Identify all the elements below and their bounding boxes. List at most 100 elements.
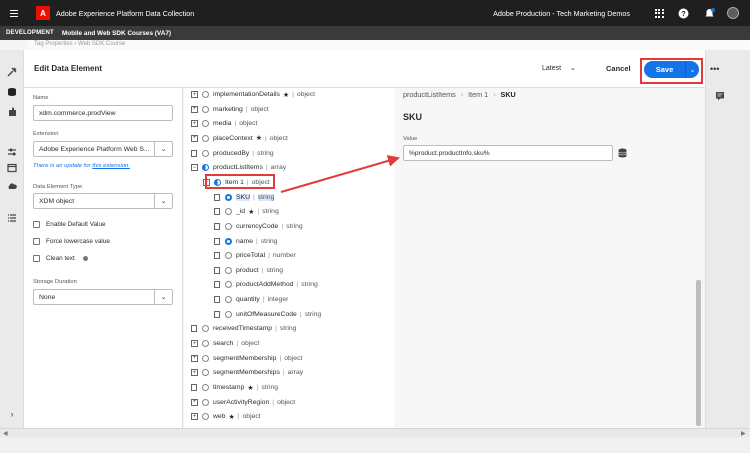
expand-icon[interactable]: + [191, 413, 198, 421]
cloud-icon[interactable] [6, 180, 18, 192]
clean-text-checkbox[interactable]: Clean text [33, 255, 88, 262]
tree-field-type: string [266, 266, 284, 274]
extension-select[interactable]: Adobe Experience Platform Web S... ⌄ [33, 141, 173, 157]
tree-row[interactable]: productAddMethod | string [214, 278, 318, 291]
breadcrumb-item[interactable]: Item 1 [468, 90, 488, 99]
save-button[interactable]: Save [644, 61, 685, 78]
environments-icon[interactable] [6, 162, 18, 174]
collapse-icon[interactable]: − [191, 164, 198, 172]
tree-field-name: segmentMemberships [213, 369, 280, 377]
tree-field-name: quantity [236, 296, 260, 304]
list-icon[interactable] [6, 212, 18, 224]
more-options-icon[interactable]: ••• [710, 64, 719, 74]
horizontal-scrollbar[interactable]: ◀ ▶ [0, 428, 750, 437]
tree-row[interactable]: _id ★ | string [214, 205, 279, 218]
force-lowercase-checkbox[interactable]: Force lowercase value [33, 238, 110, 245]
tree-row[interactable]: unitOfMeasureCode | string [214, 308, 321, 321]
tree-row[interactable]: + implementationDetails ★ | object [191, 88, 315, 101]
tree-row[interactable]: timestamp ★ | string [191, 381, 278, 394]
scroll-left-icon[interactable]: ◀ [3, 430, 8, 437]
tree-field-type: string [304, 310, 322, 318]
update-link[interactable]: this extension. [92, 163, 130, 169]
tree-field-name: receivedTimestamp [213, 325, 273, 333]
adobe-logo: A [36, 6, 50, 20]
breadcrumb-separator-icon: › [460, 90, 464, 99]
type-separator: | [272, 398, 275, 406]
tree-field-name: implementationDetails [213, 91, 280, 98]
tree-field-type: array [287, 369, 304, 377]
tree-row[interactable]: currencyCode | string [214, 220, 303, 233]
type-separator: | [237, 413, 240, 421]
data-element-picker-icon[interactable] [618, 148, 627, 158]
storage-select[interactable]: None ⌄ [33, 289, 173, 305]
apps-grid-icon[interactable] [652, 6, 666, 20]
svg-text:?: ? [681, 11, 685, 18]
type-select[interactable]: XDM object ⌄ [33, 193, 173, 209]
tree-row[interactable]: + userActivityRegion | object [191, 396, 295, 409]
expand-icon[interactable]: + [191, 369, 198, 377]
collapse-icon[interactable]: − [203, 178, 210, 186]
notifications-bell-icon[interactable] [702, 6, 716, 20]
tree-row[interactable]: producedBy | string [191, 147, 274, 160]
tree-row[interactable]: SKU | string [214, 191, 275, 204]
tree-field-type: string [260, 237, 278, 245]
value-label: Value [403, 136, 418, 142]
comment-icon[interactable] [714, 90, 726, 102]
value-field[interactable]: %product.productInfo.sku% [403, 145, 613, 161]
field-status-icon [225, 222, 232, 230]
field-status-icon [225, 266, 232, 274]
tree-field-type: string [262, 208, 279, 216]
tools-icon[interactable] [6, 66, 18, 78]
revision-dropdown[interactable]: Latest ⌄ [542, 64, 576, 72]
tree-row[interactable]: + web ★ | object [191, 410, 261, 423]
breadcrumb-item[interactable]: productListItems [403, 90, 456, 99]
expand-icon[interactable]: + [191, 354, 198, 362]
save-options-chevron-icon[interactable]: ⌄ [685, 61, 699, 78]
org-switcher[interactable]: Adobe Production - Tech Marketing Demos [493, 9, 630, 18]
field-status-icon [202, 164, 209, 172]
expand-icon[interactable]: + [191, 340, 198, 348]
expand-icon[interactable]: + [191, 105, 198, 113]
name-field[interactable]: xdm.commerce.prodView [33, 105, 173, 121]
tree-row[interactable]: + placeContext ★ | object [191, 132, 288, 145]
tree-row[interactable]: priceTotal | number [214, 249, 296, 262]
field-status-icon [202, 325, 209, 333]
chevron-down-icon: ⌄ [570, 65, 576, 72]
data-elements-icon[interactable] [6, 86, 18, 98]
expand-icon[interactable]: + [191, 120, 198, 128]
tree-row[interactable]: + segmentMembership | object [191, 352, 302, 365]
type-separator: | [281, 222, 284, 230]
cancel-button[interactable]: Cancel [606, 64, 631, 73]
page-title: Edit Data Element [34, 64, 103, 73]
tree-row[interactable]: + marketing | object [191, 103, 269, 116]
rules-icon[interactable] [6, 146, 18, 158]
field-title: SKU [403, 112, 423, 122]
expand-icon[interactable]: + [191, 134, 198, 142]
type-separator: | [256, 237, 258, 245]
tree-field-type: string [286, 222, 303, 230]
tree-row[interactable]: − Item 1 | object [203, 176, 270, 189]
help-icon[interactable]: ? [676, 6, 690, 20]
tree-row[interactable]: − productListItems | array [191, 161, 286, 174]
field-status-icon [202, 413, 209, 421]
avatar[interactable] [726, 6, 740, 20]
scroll-right-icon[interactable]: ▶ [741, 430, 746, 437]
tree-row[interactable]: + segmentMemberships | array [191, 366, 303, 379]
chevron-down-icon: ⌄ [154, 289, 172, 305]
field-status-icon [202, 120, 209, 128]
menu-icon[interactable] [10, 6, 24, 20]
extensions-icon[interactable] [6, 106, 18, 118]
enable-default-checkbox[interactable]: Enable Default Value [33, 221, 106, 228]
tree-field-type: object [251, 178, 270, 186]
info-icon[interactable] [82, 256, 88, 261]
tree-row[interactable]: name | string [214, 235, 277, 248]
tree-row[interactable]: + search | object [191, 337, 259, 350]
tree-row[interactable]: + media | object [191, 117, 257, 130]
vertical-scrollbar[interactable] [696, 280, 701, 426]
expand-nav-chevron-icon[interactable]: › [6, 408, 18, 420]
tree-row[interactable]: receivedTimestamp | string [191, 322, 296, 335]
expand-icon[interactable]: + [191, 91, 198, 98]
tree-row[interactable]: product | string [214, 264, 283, 277]
tree-row[interactable]: quantity | integer [214, 293, 288, 306]
expand-icon[interactable]: + [191, 398, 198, 406]
